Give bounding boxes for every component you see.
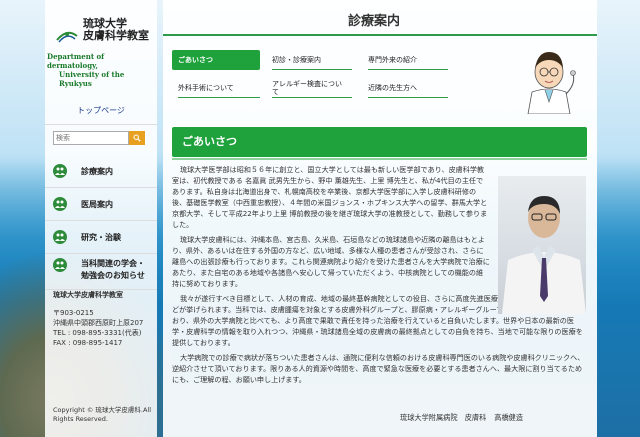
greeting-paragraph-4: 大学病院での診療で病状が落ちついた患者さんは、通院に便利な信頼のおける皮膚科専門… (172, 353, 585, 384)
people-icon (53, 164, 67, 178)
copyright: Copyright © 琉球大学皮膚科.All Rights Reserved. (53, 406, 151, 424)
logo-english: Department of dermatology, University of… (47, 52, 155, 88)
logo-name-line2: 皮膚科学教室 (83, 29, 149, 42)
tab-greeting[interactable]: ごあいさつ (172, 50, 260, 70)
sidebar-item-events[interactable]: 当科関連の学会・ 勉強会のお知らせ (45, 254, 157, 290)
sidebar-item-clinic[interactable]: 診療案内 (45, 155, 157, 188)
sidebar-item-label: 当科関連の学会・ 勉強会のお知らせ (81, 258, 145, 282)
logo-name: 琉球大学 皮膚科学教室 (83, 18, 149, 42)
sidebar-item-label: 医局案内 (81, 199, 113, 209)
sidebar-item-label: 研究・治験 (81, 232, 121, 242)
people-icon (53, 230, 67, 244)
doctor-illustration-icon (527, 52, 576, 114)
greeting-paragraph-1: 琉球大学医学部は昭和５６年に創立と、国立大学としては最も新しい医学部であり、皮膚… (172, 165, 488, 229)
address-tel: TEL : 098-895-3331(代表) (53, 329, 142, 337)
tab-neighbor-doctors[interactable]: 近隣の先生方へ (368, 78, 448, 98)
logo[interactable]: 琉球大学 皮膚科学教室 Department of dermatology, U… (45, 0, 157, 89)
sidebar-item-office[interactable]: 医局案内 (45, 188, 157, 221)
section-heading: ごあいさつ (172, 127, 587, 160)
people-icon (53, 197, 67, 211)
address-org: 琉球大学皮膚科学教室 (53, 291, 123, 299)
logo-emblem-icon (56, 31, 78, 43)
search-bar (53, 131, 149, 145)
people-icon (53, 258, 67, 272)
address-fax: FAX : 098-895-1417 (53, 339, 123, 347)
search-icon (133, 134, 141, 142)
address-postal: 〒903-0215 (53, 309, 94, 317)
sidebar-item-label-line1: 当科関連の学会・ (81, 259, 145, 268)
sidebar-nav: 診療案内 医局案内 研究・治験 当科関連の学会・ 勉強会のお知らせ (45, 155, 157, 290)
tab-surgery[interactable]: 外科手術について (178, 78, 260, 98)
copyright-line2: Rights Reserved. (53, 415, 108, 423)
copyright-line1: Copyright © 琉球大学皮膚科.All (53, 406, 152, 414)
signature-name: 高橋健造 (494, 413, 524, 422)
address-street: 沖縄県中頭郡西原町上原207 (53, 319, 144, 327)
signature: 琉球大学附属病院 皮膚科 高橋健造 (400, 413, 523, 423)
signature-org: 琉球大学附属病院 皮膚科 (400, 413, 487, 422)
top-page-link[interactable]: トップページ (45, 97, 157, 125)
sidebar-item-label-line2: 勉強会のお知らせ (81, 271, 145, 280)
professor-portrait-icon (502, 196, 586, 314)
search-input[interactable] (53, 131, 129, 145)
search-button[interactable] (129, 131, 145, 145)
sidebar-item-label: 診療案内 (81, 166, 113, 176)
professor-photo (498, 176, 586, 314)
logo-english-line2: University of the Ryukyus (59, 70, 125, 88)
greeting-paragraph-2: 琉球大学皮膚科には、沖縄本島、宮古島、久米島、石垣島などの琉球諸島や近隣の離島は… (172, 235, 490, 288)
sidebar-item-research[interactable]: 研究・治験 (45, 221, 157, 254)
logo-english-line1: Department of dermatology, (47, 52, 105, 70)
tab-allergy-test[interactable]: アレルギー検査について (272, 78, 352, 98)
sidebar: 琉球大学 皮膚科学教室 Department of dermatology, U… (45, 0, 157, 437)
contact-address: 琉球大学皮膚科学教室 〒903-0215 沖縄県中頭郡西原町上原207 TEL … (53, 290, 157, 348)
tab-first-visit[interactable]: 初診・診療案内 (272, 50, 352, 70)
tab-specialty-clinic[interactable]: 専門外来の紹介 (368, 50, 448, 70)
tab-label-line1: アレルギー検査につい (272, 79, 342, 88)
page-title: 診療案内 (163, 8, 597, 36)
tab-label-line2: て (272, 87, 279, 96)
